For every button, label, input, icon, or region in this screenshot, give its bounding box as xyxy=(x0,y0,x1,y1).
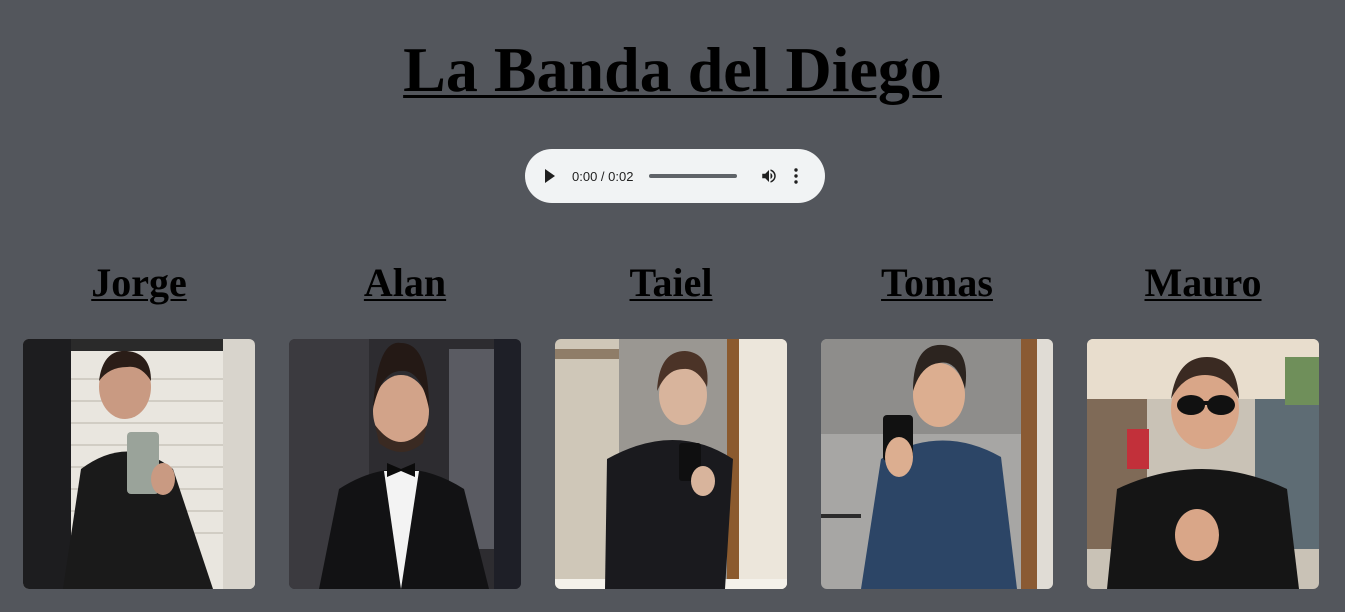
member-photo-alan xyxy=(289,339,521,589)
member-photo-jorge xyxy=(23,339,255,589)
page-title: La Banda del Diego xyxy=(403,34,942,105)
member-card: Mauro xyxy=(1087,250,1319,589)
member-photo-tomas xyxy=(821,339,1053,589)
audio-progress-slider[interactable] xyxy=(649,174,738,178)
member-name: Alan xyxy=(363,260,447,305)
member-card: Tomas xyxy=(821,250,1053,589)
play-icon[interactable] xyxy=(543,169,557,183)
member-name: Tomas xyxy=(881,260,993,305)
member-name: Mauro xyxy=(1144,260,1262,305)
volume-icon[interactable] xyxy=(759,166,779,186)
member-card: Jorge xyxy=(23,250,255,589)
member-card: Alan xyxy=(289,250,521,589)
member-name: Taiel xyxy=(629,260,713,305)
member-name: Jorge xyxy=(91,260,187,305)
member-card: Taiel xyxy=(555,250,787,589)
audio-time: 0:00 / 0:02 xyxy=(572,168,634,184)
more-vertical-icon[interactable] xyxy=(791,166,801,186)
member-photo-mauro xyxy=(1087,339,1319,589)
audio-player[interactable]: 0:00 / 0:02 xyxy=(525,149,825,203)
member-photo-taiel xyxy=(555,339,787,589)
